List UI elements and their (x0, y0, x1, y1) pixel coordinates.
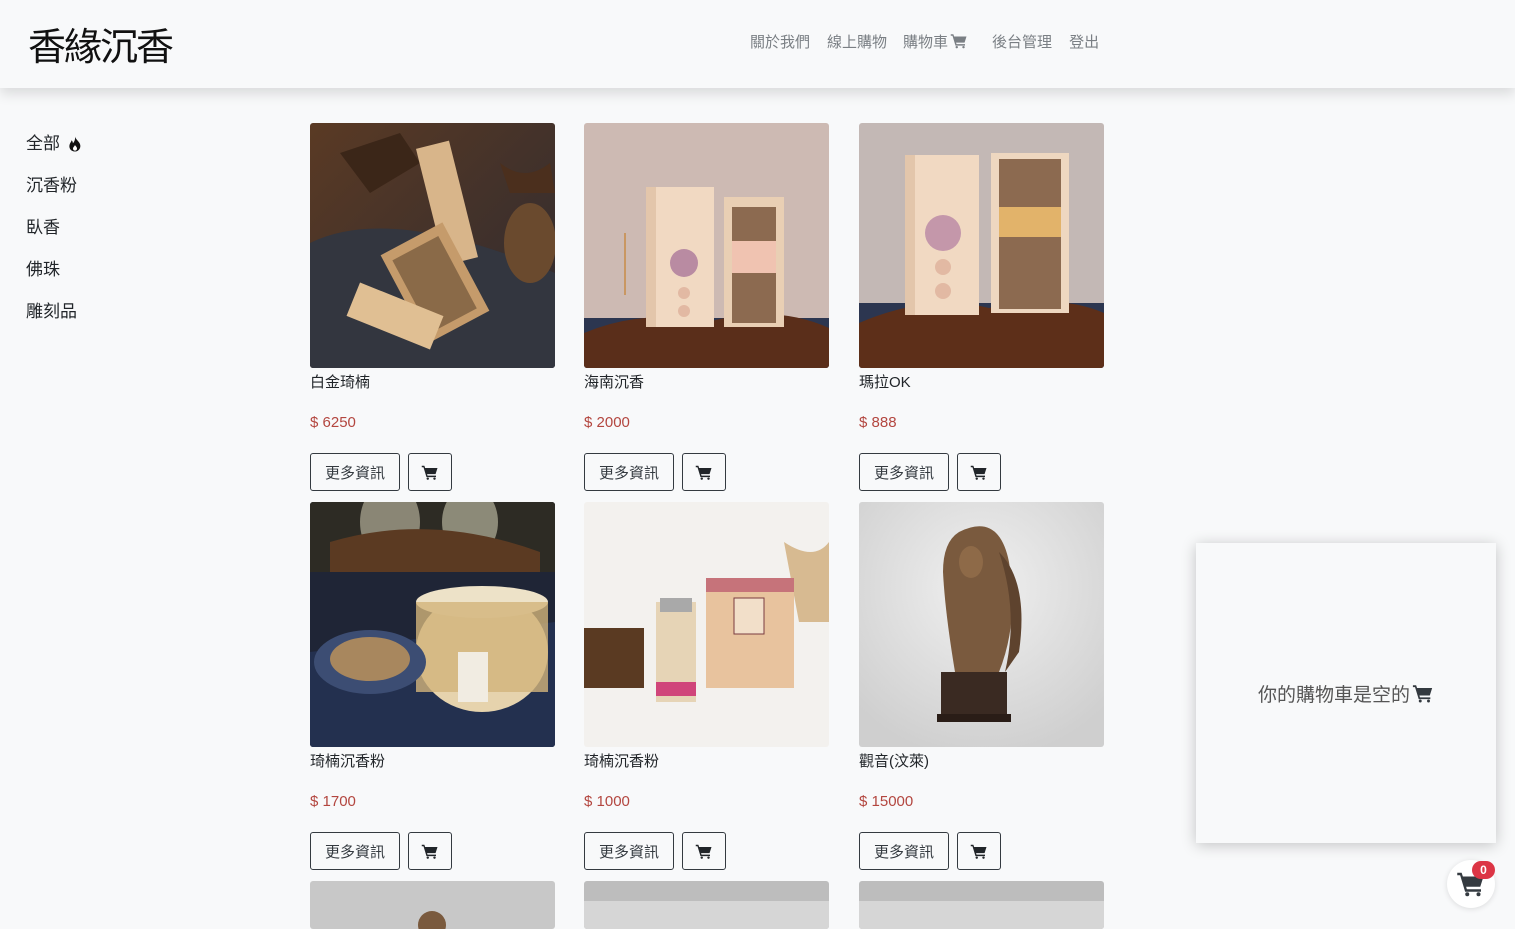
cart-icon (695, 465, 712, 480)
product-name: 瑪拉OK (859, 374, 911, 391)
product-price: $ 1000 (584, 793, 630, 810)
cart-panel: 你的購物車是空的 (1196, 543, 1496, 843)
product-price: $ 15000 (859, 793, 914, 810)
product-card (310, 881, 555, 929)
cart-icon (970, 465, 987, 480)
category-sidebar: 全部 沉香粉 臥香 佛珠 雕刻品 (26, 132, 226, 342)
nav-shop[interactable]: 線上購物 (827, 31, 887, 52)
product-photo (310, 502, 555, 747)
nav-cart[interactable]: 購物車 (903, 31, 968, 52)
product-price: $ 888 (859, 414, 897, 431)
category-label: 臥香 (26, 218, 60, 237)
product-image[interactable] (859, 881, 1104, 929)
product-card: 琦楠沉香粉 $ 1700 更多資訊 (310, 502, 555, 870)
category-incense[interactable]: 臥香 (26, 216, 226, 258)
product-price: $ 1700 (310, 793, 356, 810)
product-actions: 更多資訊 (584, 453, 829, 491)
product-photo (584, 123, 829, 368)
cart-icon (421, 465, 438, 480)
product-photo (859, 123, 1104, 368)
add-to-cart-button[interactable] (682, 832, 726, 870)
navbar: 香緣沉香 關於我們 線上購物 購物車 後台管理 登出 (0, 0, 1515, 88)
cart-empty-text: 你的購物車是空的 (1257, 684, 1410, 706)
add-to-cart-button[interactable] (408, 453, 452, 491)
category-label: 佛珠 (26, 260, 60, 279)
more-info-button[interactable]: 更多資訊 (859, 832, 949, 870)
product-photo (584, 502, 829, 747)
product-card: 琦楠沉香粉 $ 1000 更多資訊 (584, 502, 829, 870)
product-photo (584, 881, 829, 929)
more-info-button[interactable]: 更多資訊 (310, 453, 400, 491)
product-photo (859, 881, 1104, 929)
more-info-button[interactable]: 更多資訊 (584, 832, 674, 870)
cart-icon (950, 34, 967, 49)
product-name: 海南沉香 (584, 374, 645, 391)
cart-icon (695, 844, 712, 859)
category-label: 全部 (26, 134, 60, 153)
product-image[interactable] (859, 502, 1104, 747)
product-image[interactable] (310, 123, 555, 368)
category-all[interactable]: 全部 (26, 132, 226, 174)
add-to-cart-button[interactable] (682, 453, 726, 491)
product-name: 觀音(汶萊) (859, 753, 929, 770)
product-photo (310, 881, 555, 929)
product-card: 觀音(汶萊) $ 15000 更多資訊 (859, 502, 1104, 870)
add-to-cart-button[interactable] (408, 832, 452, 870)
nav-cart-label: 購物車 (903, 33, 949, 51)
product-price: $ 2000 (584, 414, 630, 431)
more-info-button[interactable]: 更多資訊 (584, 453, 674, 491)
category-powder[interactable]: 沉香粉 (26, 174, 226, 216)
category-carvings[interactable]: 雕刻品 (26, 300, 226, 342)
product-image[interactable] (584, 123, 829, 368)
cart-count-badge: 0 (1472, 861, 1495, 879)
cart-icon (970, 844, 987, 859)
product-actions: 更多資訊 (859, 832, 1104, 870)
product-card (859, 881, 1104, 929)
product-image[interactable] (584, 502, 829, 747)
product-photo (859, 502, 1104, 747)
add-to-cart-button[interactable] (957, 832, 1001, 870)
product-photo (310, 123, 555, 368)
product-actions: 更多資訊 (310, 453, 555, 491)
product-image[interactable] (859, 123, 1104, 368)
nav-logout[interactable]: 登出 (1069, 31, 1099, 52)
product-actions: 更多資訊 (859, 453, 1104, 491)
product-image[interactable] (310, 502, 555, 747)
product-image[interactable] (310, 881, 555, 929)
fire-icon (69, 136, 81, 152)
cart-icon (1412, 684, 1433, 702)
nav-about[interactable]: 關於我們 (750, 31, 810, 52)
brand-name: 香緣沉香 (28, 24, 174, 69)
product-card: 瑪拉OK $ 888 更多資訊 (859, 123, 1104, 491)
product-name: 琦楠沉香粉 (584, 753, 660, 770)
product-actions: 更多資訊 (584, 832, 829, 870)
category-label: 沉香粉 (26, 176, 77, 195)
brand-logo[interactable]: 香緣沉香 (28, 12, 178, 74)
product-card (584, 881, 829, 929)
more-info-button[interactable]: 更多資訊 (859, 453, 949, 491)
cart-icon (421, 844, 438, 859)
nav-admin[interactable]: 後台管理 (992, 31, 1052, 52)
add-to-cart-button[interactable] (957, 453, 1001, 491)
product-name: 琦楠沉香粉 (310, 753, 386, 770)
product-card: 海南沉香 $ 2000 更多資訊 (584, 123, 829, 491)
product-card: 白金琦楠 $ 6250 更多資訊 (310, 123, 555, 491)
more-info-button[interactable]: 更多資訊 (310, 832, 400, 870)
product-actions: 更多資訊 (310, 832, 555, 870)
category-label: 雕刻品 (26, 302, 77, 321)
product-name: 白金琦楠 (310, 374, 371, 391)
nav-links: 關於我們 線上購物 購物車 後台管理 登出 (750, 30, 1099, 52)
product-image[interactable] (584, 881, 829, 929)
product-price: $ 6250 (310, 414, 356, 431)
category-beads[interactable]: 佛珠 (26, 258, 226, 300)
